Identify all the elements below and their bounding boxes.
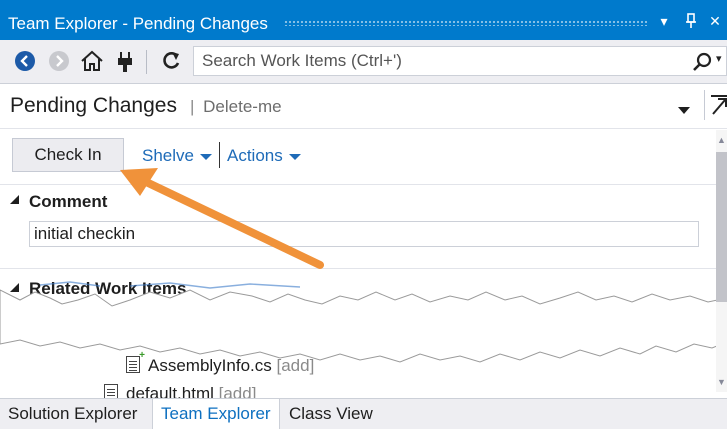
pin-icon[interactable]	[682, 13, 700, 31]
comment-section-divider	[0, 184, 716, 185]
home-icon[interactable]	[80, 50, 103, 72]
comment-collapse-icon[interactable]	[10, 195, 19, 204]
shelve-chevron-down-icon	[199, 153, 212, 160]
file-add-icon: +	[126, 351, 145, 373]
tab-class-view[interactable]: Class View	[287, 399, 387, 429]
title-separator: |	[190, 97, 195, 116]
search-dropdown-icon[interactable]: ▾	[716, 52, 722, 65]
connect-plug-icon[interactable]	[114, 50, 136, 72]
toolbar: ▾	[0, 40, 727, 84]
scroll-up-icon[interactable]: ▲	[716, 134, 727, 146]
page-subtitle[interactable]: Delete-me	[203, 97, 281, 116]
file-name: default.html	[126, 384, 214, 398]
file-status: [add]	[218, 384, 257, 398]
file-row[interactable]: + AssemblyInfo.cs [add]	[126, 351, 315, 376]
tab-solution-explorer[interactable]: Solution Explorer	[0, 399, 150, 429]
page-subtitle-wrap: | Delete-me	[190, 97, 282, 117]
file-icon	[104, 384, 118, 398]
page-header: Pending Changes | Delete-me	[0, 85, 727, 129]
comment-section-title[interactable]: Comment	[29, 192, 107, 212]
close-icon[interactable]: ✕	[706, 13, 724, 31]
file-status: [add]	[276, 356, 315, 375]
toolbar-separator	[146, 50, 147, 74]
tool-window-tabs: Solution Explorer Team Explorer Class Vi…	[0, 398, 727, 429]
title-grip[interactable]	[284, 20, 647, 26]
scrollbar-thumb[interactable]	[716, 152, 727, 302]
file-row[interactable]: default.html [add]	[104, 384, 256, 398]
check-in-button[interactable]: Check In	[12, 138, 124, 172]
search-box[interactable]: ▾	[193, 46, 727, 76]
search-input[interactable]	[194, 47, 674, 75]
page-dropdown-icon[interactable]	[678, 102, 690, 120]
window-menu-icon[interactable]: ▾	[655, 13, 673, 31]
scroll-down-icon[interactable]: ▼	[716, 376, 727, 388]
actions-chevron-down-icon	[288, 153, 301, 160]
related-section-divider	[0, 268, 716, 269]
refresh-icon[interactable]	[160, 50, 182, 72]
torn-edge-overlay	[0, 281, 727, 363]
forward-icon[interactable]	[48, 50, 70, 72]
back-icon[interactable]	[14, 50, 36, 72]
window-title: Team Explorer - Pending Changes	[8, 14, 268, 33]
annotation-arrow	[120, 168, 324, 269]
search-icon[interactable]	[692, 52, 712, 77]
file-name: AssemblyInfo.cs	[148, 356, 272, 375]
undock-icon[interactable]	[704, 90, 727, 120]
page-title: Pending Changes	[10, 94, 177, 117]
title-bar: Team Explorer - Pending Changes ▾ ✕	[0, 0, 727, 40]
tab-team-explorer[interactable]: Team Explorer	[152, 399, 280, 429]
